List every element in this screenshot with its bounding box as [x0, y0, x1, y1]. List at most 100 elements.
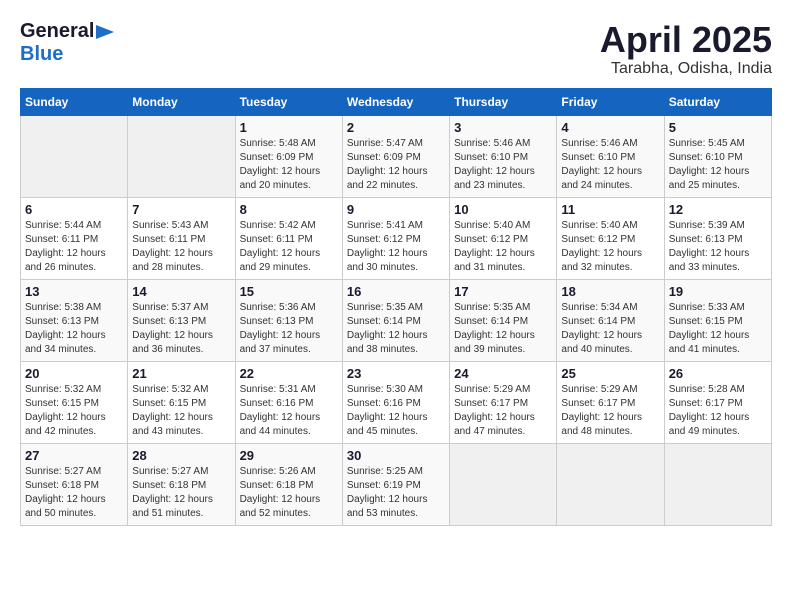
calendar-cell: [664, 443, 771, 525]
day-number: 17: [454, 284, 552, 299]
day-number: 1: [240, 120, 338, 135]
day-info: Sunrise: 5:43 AM Sunset: 6:11 PM Dayligh…: [132, 219, 230, 275]
calendar-cell: 29 Sunrise: 5:26 AM Sunset: 6:18 PM Dayli…: [235, 443, 342, 525]
day-info: Sunrise: 5:40 AM Sunset: 6:12 PM Dayligh…: [561, 219, 659, 275]
calendar-cell: 9Sunrise: 5:41 AM Sunset: 6:12 PM Daylig…: [342, 197, 449, 279]
day-number: 16: [347, 284, 445, 299]
calendar-week-2: 6 Sunrise: 5:44 AM Sunset: 6:11 PM Daylig…: [21, 197, 772, 279]
calendar-cell: 8 Sunrise: 5:42 AM Sunset: 6:11 PM Daylig…: [235, 197, 342, 279]
day-info: Sunrise: 5:44 AM Sunset: 6:11 PM Dayligh…: [25, 219, 123, 275]
day-number: 26: [669, 366, 767, 381]
day-number: 2: [347, 120, 445, 135]
calendar-cell: 16 Sunrise: 5:35 AM Sunset: 6:14 PM Dayli…: [342, 279, 449, 361]
day-number: 11: [561, 202, 659, 217]
day-info: Sunrise: 5:33 AM Sunset: 6:15 PM Dayligh…: [669, 301, 767, 357]
calendar-cell: 11 Sunrise: 5:40 AM Sunset: 6:12 PM Dayli…: [557, 197, 664, 279]
calendar-week-5: 27 Sunrise: 5:27 AM Sunset: 6:18 PM Dayli…: [21, 443, 772, 525]
day-number: 13: [25, 284, 123, 299]
calendar-cell: [557, 443, 664, 525]
calendar-cell: 26 Sunrise: 5:28 AM Sunset: 6:17 PM Dayli…: [664, 361, 771, 443]
day-number: 22: [240, 366, 338, 381]
day-info: Sunrise: 5:35 AM Sunset: 6:14 PM Dayligh…: [347, 301, 445, 357]
day-info: Sunrise: 5:41 AM Sunset: 6:12 PM Dayligh…: [347, 219, 445, 275]
calendar-cell: 20 Sunrise: 5:32 AM Sunset: 6:15 PM Dayli…: [21, 361, 128, 443]
logo-blue: Blue: [20, 43, 63, 65]
calendar-week-3: 13Sunrise: 5:38 AM Sunset: 6:13 PM Dayli…: [21, 279, 772, 361]
day-number: 25: [561, 366, 659, 381]
logo-icon: [96, 25, 114, 39]
day-info: Sunrise: 5:30 AM Sunset: 6:16 PM Dayligh…: [347, 383, 445, 439]
day-number: 14: [132, 284, 230, 299]
day-number: 19: [669, 284, 767, 299]
calendar-cell: 30Sunrise: 5:25 AM Sunset: 6:19 PM Dayli…: [342, 443, 449, 525]
day-info: Sunrise: 5:28 AM Sunset: 6:17 PM Dayligh…: [669, 383, 767, 439]
calendar-cell: [21, 115, 128, 197]
calendar-cell: 5 Sunrise: 5:45 AM Sunset: 6:10 PM Daylig…: [664, 115, 771, 197]
day-info: Sunrise: 5:31 AM Sunset: 6:16 PM Dayligh…: [240, 383, 338, 439]
col-sunday: Sunday: [21, 88, 128, 115]
day-number: 10: [454, 202, 552, 217]
day-number: 3: [454, 120, 552, 135]
day-number: 28: [132, 448, 230, 463]
day-number: 8: [240, 202, 338, 217]
calendar-cell: 10 Sunrise: 5:40 AM Sunset: 6:12 PM Dayli…: [450, 197, 557, 279]
day-number: 24: [454, 366, 552, 381]
day-info: Sunrise: 5:25 AM Sunset: 6:19 PM Dayligh…: [347, 465, 445, 521]
calendar-week-1: 1Sunrise: 5:48 AM Sunset: 6:09 PM Daylig…: [21, 115, 772, 197]
day-info: Sunrise: 5:26 AM Sunset: 6:18 PM Dayligh…: [240, 465, 338, 521]
day-info: Sunrise: 5:27 AM Sunset: 6:18 PM Dayligh…: [132, 465, 230, 521]
calendar-header: Sunday Monday Tuesday Wednesday Thursday…: [21, 88, 772, 115]
calendar-cell: 7Sunrise: 5:43 AM Sunset: 6:11 PM Daylig…: [128, 197, 235, 279]
day-info: Sunrise: 5:46 AM Sunset: 6:10 PM Dayligh…: [454, 137, 552, 193]
calendar-cell: 3 Sunrise: 5:46 AM Sunset: 6:10 PM Daylig…: [450, 115, 557, 197]
day-info: Sunrise: 5:35 AM Sunset: 6:14 PM Dayligh…: [454, 301, 552, 357]
day-info: Sunrise: 5:42 AM Sunset: 6:11 PM Dayligh…: [240, 219, 338, 275]
day-number: 15: [240, 284, 338, 299]
calendar-cell: 27Sunrise: 5:27 AM Sunset: 6:18 PM Dayli…: [21, 443, 128, 525]
day-info: Sunrise: 5:29 AM Sunset: 6:17 PM Dayligh…: [454, 383, 552, 439]
col-thursday: Thursday: [450, 88, 557, 115]
col-friday: Friday: [557, 88, 664, 115]
title-area: April 2025 Tarabha, Odisha, India: [600, 20, 772, 78]
day-info: Sunrise: 5:36 AM Sunset: 6:13 PM Dayligh…: [240, 301, 338, 357]
day-number: 20: [25, 366, 123, 381]
day-info: Sunrise: 5:40 AM Sunset: 6:12 PM Dayligh…: [454, 219, 552, 275]
calendar-cell: 4 Sunrise: 5:46 AM Sunset: 6:10 PM Daylig…: [557, 115, 664, 197]
calendar-cell: 12Sunrise: 5:39 AM Sunset: 6:13 PM Dayli…: [664, 197, 771, 279]
day-number: 27: [25, 448, 123, 463]
day-number: 4: [561, 120, 659, 135]
col-monday: Monday: [128, 88, 235, 115]
calendar-cell: 15 Sunrise: 5:36 AM Sunset: 6:13 PM Dayli…: [235, 279, 342, 361]
calendar-cell: 18Sunrise: 5:34 AM Sunset: 6:14 PM Dayli…: [557, 279, 664, 361]
day-number: 5: [669, 120, 767, 135]
calendar-table: Sunday Monday Tuesday Wednesday Thursday…: [20, 88, 772, 526]
calendar-cell: 28 Sunrise: 5:27 AM Sunset: 6:18 PM Dayli…: [128, 443, 235, 525]
col-saturday: Saturday: [664, 88, 771, 115]
day-number: 29: [240, 448, 338, 463]
calendar-cell: 25 Sunrise: 5:29 AM Sunset: 6:17 PM Dayli…: [557, 361, 664, 443]
calendar-cell: 1Sunrise: 5:48 AM Sunset: 6:09 PM Daylig…: [235, 115, 342, 197]
calendar-cell: 24 Sunrise: 5:29 AM Sunset: 6:17 PM Dayli…: [450, 361, 557, 443]
day-number: 6: [25, 202, 123, 217]
logo: General Blue: [20, 20, 114, 66]
day-info: Sunrise: 5:47 AM Sunset: 6:09 PM Dayligh…: [347, 137, 445, 193]
col-wednesday: Wednesday: [342, 88, 449, 115]
calendar-body: 1Sunrise: 5:48 AM Sunset: 6:09 PM Daylig…: [21, 115, 772, 525]
calendar-cell: 17 Sunrise: 5:35 AM Sunset: 6:14 PM Dayli…: [450, 279, 557, 361]
header: General Blue April 2025 Tarabha, Odisha,…: [20, 20, 772, 78]
day-info: Sunrise: 5:45 AM Sunset: 6:10 PM Dayligh…: [669, 137, 767, 193]
day-info: Sunrise: 5:29 AM Sunset: 6:17 PM Dayligh…: [561, 383, 659, 439]
col-tuesday: Tuesday: [235, 88, 342, 115]
month-title: April 2025: [600, 20, 772, 60]
location-subtitle: Tarabha, Odisha, India: [600, 60, 772, 78]
day-info: Sunrise: 5:32 AM Sunset: 6:15 PM Dayligh…: [132, 383, 230, 439]
calendar-cell: 13Sunrise: 5:38 AM Sunset: 6:13 PM Dayli…: [21, 279, 128, 361]
day-number: 21: [132, 366, 230, 381]
calendar-cell: [450, 443, 557, 525]
calendar-cell: 19 Sunrise: 5:33 AM Sunset: 6:15 PM Dayli…: [664, 279, 771, 361]
calendar-cell: 6 Sunrise: 5:44 AM Sunset: 6:11 PM Daylig…: [21, 197, 128, 279]
day-info: Sunrise: 5:46 AM Sunset: 6:10 PM Dayligh…: [561, 137, 659, 193]
day-info: Sunrise: 5:32 AM Sunset: 6:15 PM Dayligh…: [25, 383, 123, 439]
logo-general: General: [20, 20, 94, 43]
day-info: Sunrise: 5:34 AM Sunset: 6:14 PM Dayligh…: [561, 301, 659, 357]
